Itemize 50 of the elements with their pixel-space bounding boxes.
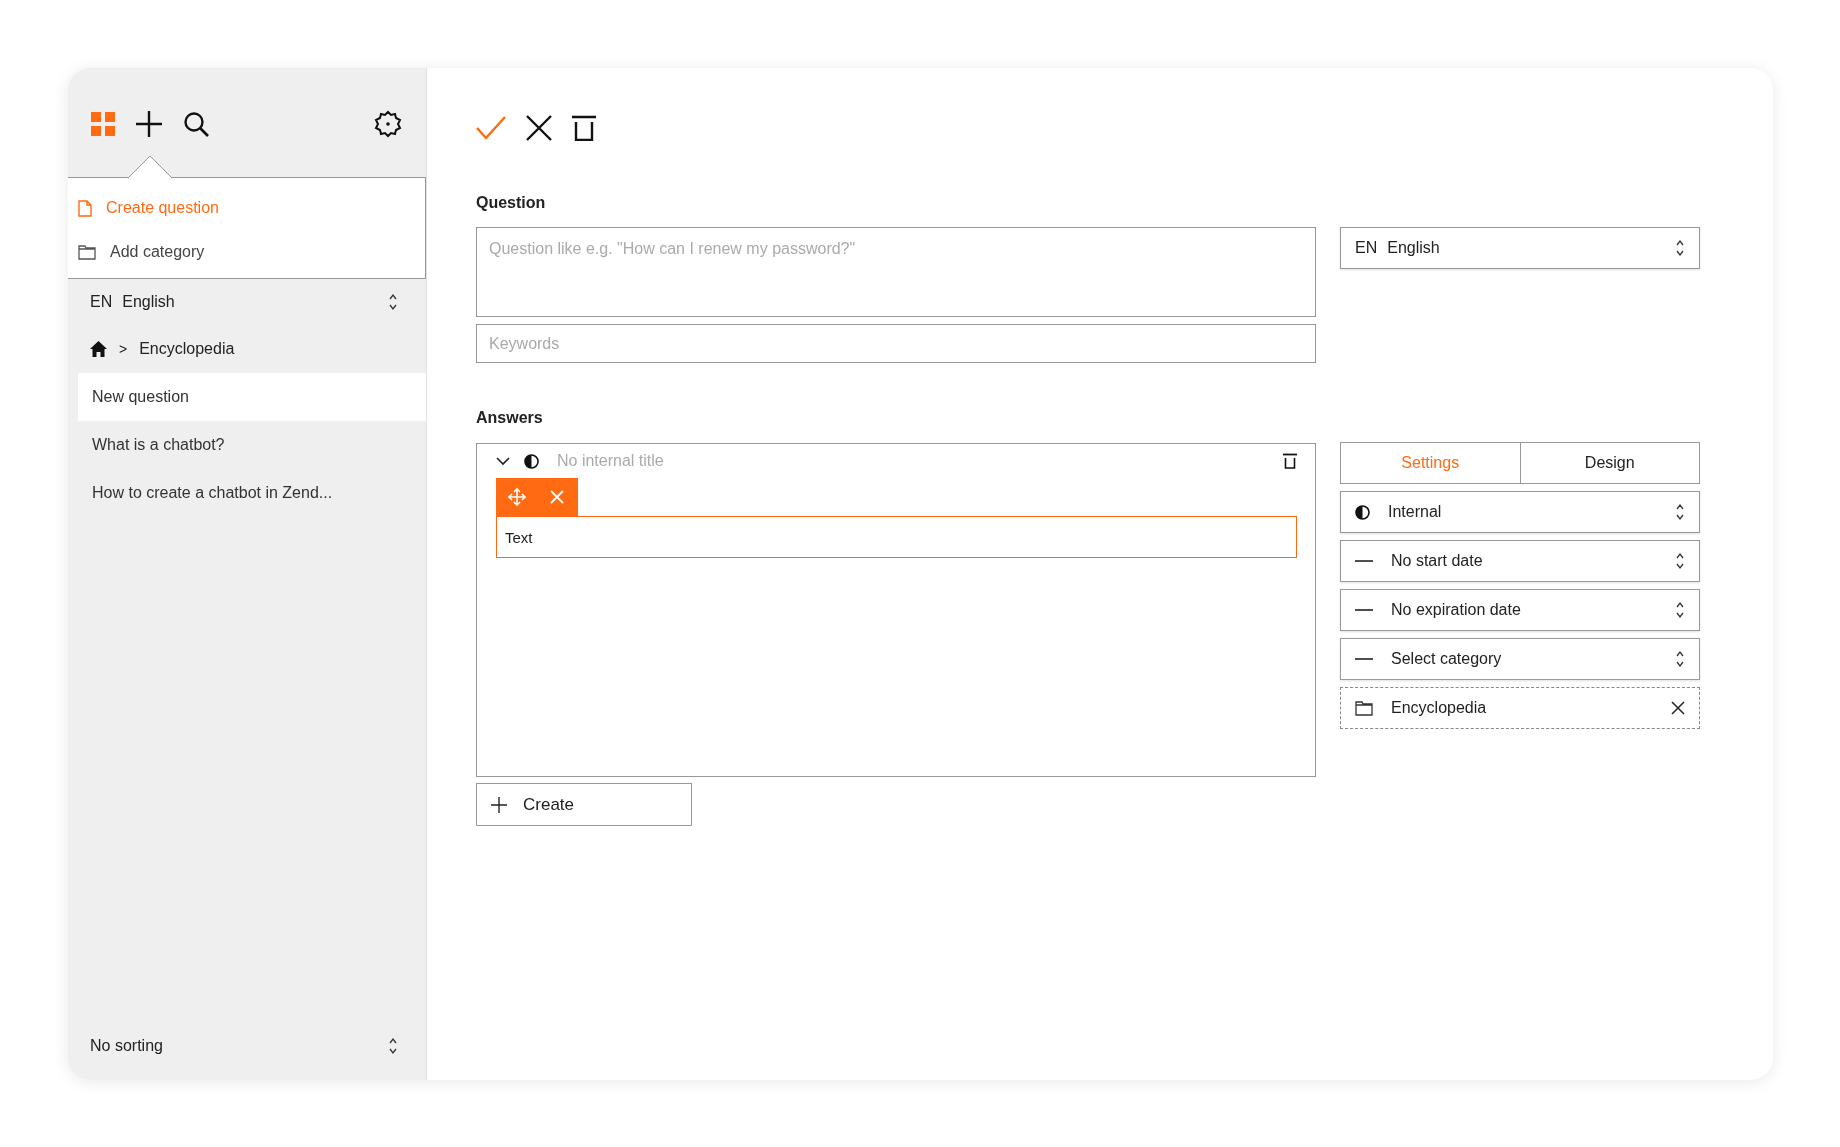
question-list-item[interactable]: What is a chatbot?: [78, 421, 426, 469]
breadcrumb-link[interactable]: Encyclopedia: [139, 340, 235, 358]
folder-icon: [78, 244, 96, 260]
category-chip: Encyclopedia: [1340, 687, 1700, 729]
search-icon[interactable]: [183, 110, 210, 138]
text-block[interactable]: Text: [496, 516, 1297, 558]
dash-icon: [1355, 658, 1373, 660]
language-select[interactable]: EN English: [68, 279, 426, 325]
dash-icon: [1355, 609, 1373, 611]
check-icon[interactable]: [476, 116, 506, 140]
up-down-caret-icon: [1675, 552, 1685, 570]
language-select[interactable]: EN English: [1340, 227, 1700, 269]
question-list-item[interactable]: New question: [78, 373, 426, 421]
section-heading: Question: [476, 194, 547, 213]
trash-icon[interactable]: [572, 115, 596, 141]
sorting-select[interactable]: No sorting: [68, 1022, 426, 1070]
plus-icon: [491, 796, 507, 813]
up-down-caret-icon: [1675, 503, 1685, 521]
close-icon[interactable]: [526, 115, 552, 141]
keywords-field[interactable]: Keywords: [476, 324, 1316, 363]
up-down-caret-icon: [1675, 650, 1685, 668]
section-heading: Answers: [476, 409, 544, 428]
question-field[interactable]: Question like e.g. "How can I renew my password?": [476, 227, 1316, 317]
visibility-select[interactable]: Internal: [1340, 491, 1700, 533]
home-icon[interactable]: [90, 341, 107, 357]
category-select[interactable]: Select category: [1340, 638, 1700, 680]
dash-icon: [1355, 560, 1373, 562]
trash-icon[interactable]: [1283, 453, 1297, 469]
folder-icon: [1355, 700, 1373, 716]
breadcrumb-separator: >: [119, 341, 128, 357]
internal-title-field[interactable]: No internal title: [553, 452, 1269, 470]
plus-icon[interactable]: [135, 110, 163, 138]
contrast-icon: [1355, 504, 1370, 520]
question-list-item[interactable]: How to create a chatbot in Zend...: [78, 469, 426, 517]
up-down-caret-icon: [388, 293, 398, 311]
contrast-icon[interactable]: [524, 453, 539, 469]
move-icon[interactable]: [508, 488, 526, 506]
create-button[interactable]: Create: [476, 783, 692, 826]
chevron-down-icon[interactable]: [496, 456, 510, 466]
document-icon: [78, 199, 92, 217]
date-select[interactable]: No expiration date: [1340, 589, 1700, 631]
grid-icon[interactable]: [91, 112, 115, 136]
menu-item[interactable]: Add category: [68, 230, 425, 274]
date-select[interactable]: No start date: [1340, 540, 1700, 582]
up-down-caret-icon: [388, 1037, 398, 1055]
up-down-caret-icon: [1675, 239, 1685, 257]
settings-icon[interactable]: [374, 110, 402, 138]
close-icon[interactable]: [1671, 701, 1685, 715]
up-down-caret-icon: [1675, 601, 1685, 619]
tab[interactable]: Design: [1520, 442, 1700, 484]
